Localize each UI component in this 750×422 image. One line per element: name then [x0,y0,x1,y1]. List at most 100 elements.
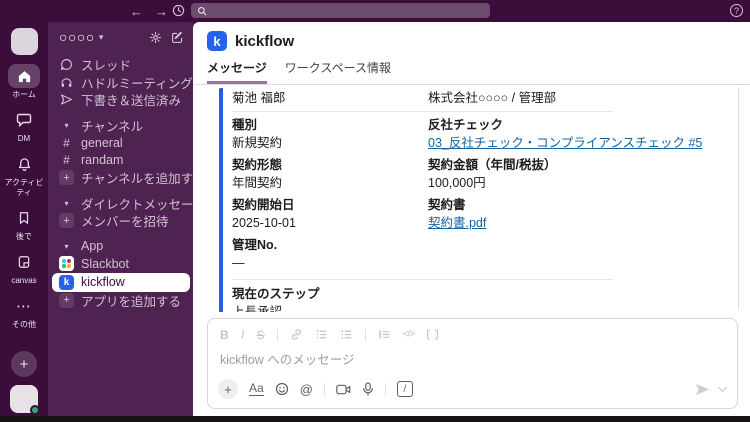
settings-gear-icon[interactable] [149,31,162,44]
sidebar-add-channel[interactable]: + チャンネルを追加する [48,169,206,187]
workspace-name[interactable]: ○○○○ [59,29,95,45]
history-back-icon[interactable]: ← [130,4,143,19]
field-start-date: 契約開始日 2025-10-01 [232,198,428,231]
sidebar-channel-randam[interactable]: # randam [48,152,193,170]
sidebar-item-drafts[interactable]: 下書き＆送信済み [48,91,193,109]
app-name: Slackbot [81,256,129,271]
tab-workspace-info[interactable]: ワークスペース情報 [285,59,391,84]
field-label: 契約形態 [232,158,283,172]
section-title: App [81,239,104,254]
message-input[interactable]: kickflow へのメッセージ [208,344,737,372]
hash-icon: # [63,135,70,150]
strikethrough-icon[interactable]: S [257,328,265,342]
rail-item-home[interactable]: ホーム [1,64,47,99]
field-label: 契約開始日 [232,198,295,212]
rail-label-later: 後で [16,231,32,241]
send-options-chevron-icon[interactable] [718,386,727,393]
applicant-org: 株式会社○○○○ / 管理部 [428,91,557,105]
audio-clip-icon[interactable] [362,382,374,396]
sidebar-label: チャンネルを追加する [81,172,206,187]
italic-icon[interactable]: I [241,327,245,342]
field-value: 年間契約 [232,176,283,190]
canvas-icon [8,250,40,274]
rail-item-canvas[interactable]: canvas [1,250,47,285]
code-block-icon[interactable] [426,328,439,341]
slash-commands-icon[interactable]: / [396,381,413,397]
rail-item-activity[interactable]: アクティビティ [1,152,47,197]
rail-label-activity: アクティビティ [4,178,44,197]
history-forward-icon[interactable]: → [155,4,168,19]
new-message-compose-icon[interactable] [171,31,184,44]
rail-item-more[interactable]: ⋯ その他 [1,294,47,329]
chevron-down-icon: ▾ [64,120,69,130]
sidebar-invite-members[interactable]: + メンバーを招待 [48,212,193,230]
conversation-tabs: メッセージ ワークスペース情報 [193,59,750,85]
bold-icon[interactable]: B [220,328,229,342]
field-label: 種別 [232,118,258,132]
chevron-down-icon: ▾ [64,241,69,251]
video-clip-icon[interactable] [336,383,351,396]
bulleted-list-icon[interactable] [340,328,353,341]
workspace-rail: ホーム DM アクティビティ 後で canvas ⋯ その他 + [0,22,48,416]
plus-icon: + [59,292,74,308]
sidebar-app-kickflow[interactable]: k kickflow [52,272,190,292]
message-composer[interactable]: B I S </> kickflow へのメッセージ + Aa @ / [207,318,738,409]
ordered-list-icon[interactable] [315,328,328,341]
contract-pdf-link[interactable]: 契約書.pdf [428,216,730,231]
section-title: チャンネル [81,119,144,134]
sidebar-app-slackbot[interactable]: Slackbot [48,255,193,273]
current-step-label: 現在のステップ [232,287,320,301]
divider [232,279,613,280]
headphones-icon [59,76,74,89]
tab-messages[interactable]: メッセージ [207,59,267,84]
field-contract-form: 契約形態 年間契約 [232,158,428,191]
field-contract-file: 契約書 契約書.pdf [428,198,730,231]
sidebar-section-channels[interactable]: ▾ チャンネル [48,117,193,135]
sidebar-add-app[interactable]: + アプリを追加する [48,292,193,310]
kickflow-header-icon: k [207,31,227,51]
workspace-switcher-tile[interactable] [10,28,38,55]
code-icon[interactable]: </> [403,329,416,340]
field-label: 契約金額（年間/税抜） [428,158,557,172]
help-icon[interactable]: ? [730,4,743,17]
field-value: 2025-10-01 [232,216,296,230]
rail-item-later[interactable]: 後で [1,206,47,241]
compliance-check-link[interactable]: 03_反社チェック・コンプライアンスチェック #5 [428,136,730,151]
user-avatar[interactable] [10,385,40,415]
sidebar-label: アプリを追加する [81,294,182,309]
field-value: — [232,256,245,270]
field-value: 新規契約 [232,136,283,150]
blockquote-icon[interactable] [378,328,391,341]
search-input[interactable] [191,3,490,18]
create-new-button[interactable]: + [11,351,37,377]
formatting-toolbar: B I S </> [208,319,737,344]
plus-icon: + [59,170,74,186]
sidebar-section-apps[interactable]: ▾ App [48,238,193,256]
field-compliance-check: 反社チェック 03_反社チェック・コンプライアンスチェック #5 [428,118,730,151]
emoji-icon[interactable] [275,382,289,396]
channel-name: randam [81,153,124,168]
send-button[interactable] [695,383,710,396]
history-clock-icon[interactable] [172,4,185,17]
slackbot-avatar [59,256,74,272]
window-bottom-edge [0,416,750,422]
rail-label-dm: DM [17,134,31,144]
current-step-block: 現在のステップ 上長承認 [232,287,730,312]
rail-label-canvas: canvas [11,275,37,285]
show-formatting-icon[interactable]: Aa [249,382,264,396]
threads-icon [59,58,74,71]
mention-icon[interactable]: @ [300,382,313,397]
link-icon[interactable] [290,328,303,341]
rail-item-dm[interactable]: DM [1,108,47,143]
more-ellipsis-icon: ⋯ [16,298,32,316]
attach-plus-icon[interactable]: + [218,379,238,399]
dm-icon [8,108,40,132]
sidebar-channel-general[interactable]: # general [48,134,193,152]
scrollbar[interactable] [738,87,739,310]
sidebar-section-dms[interactable]: ▾ ダイレクトメッセージ [48,195,205,213]
chevron-down-icon: ▾ [64,198,69,208]
rail-label-more: その他 [12,320,36,330]
sidebar-item-huddles[interactable]: ハドルミーティング [48,74,193,92]
conversation-title[interactable]: kickflow [235,33,294,50]
sidebar-item-threads[interactable]: スレッド [48,56,193,74]
